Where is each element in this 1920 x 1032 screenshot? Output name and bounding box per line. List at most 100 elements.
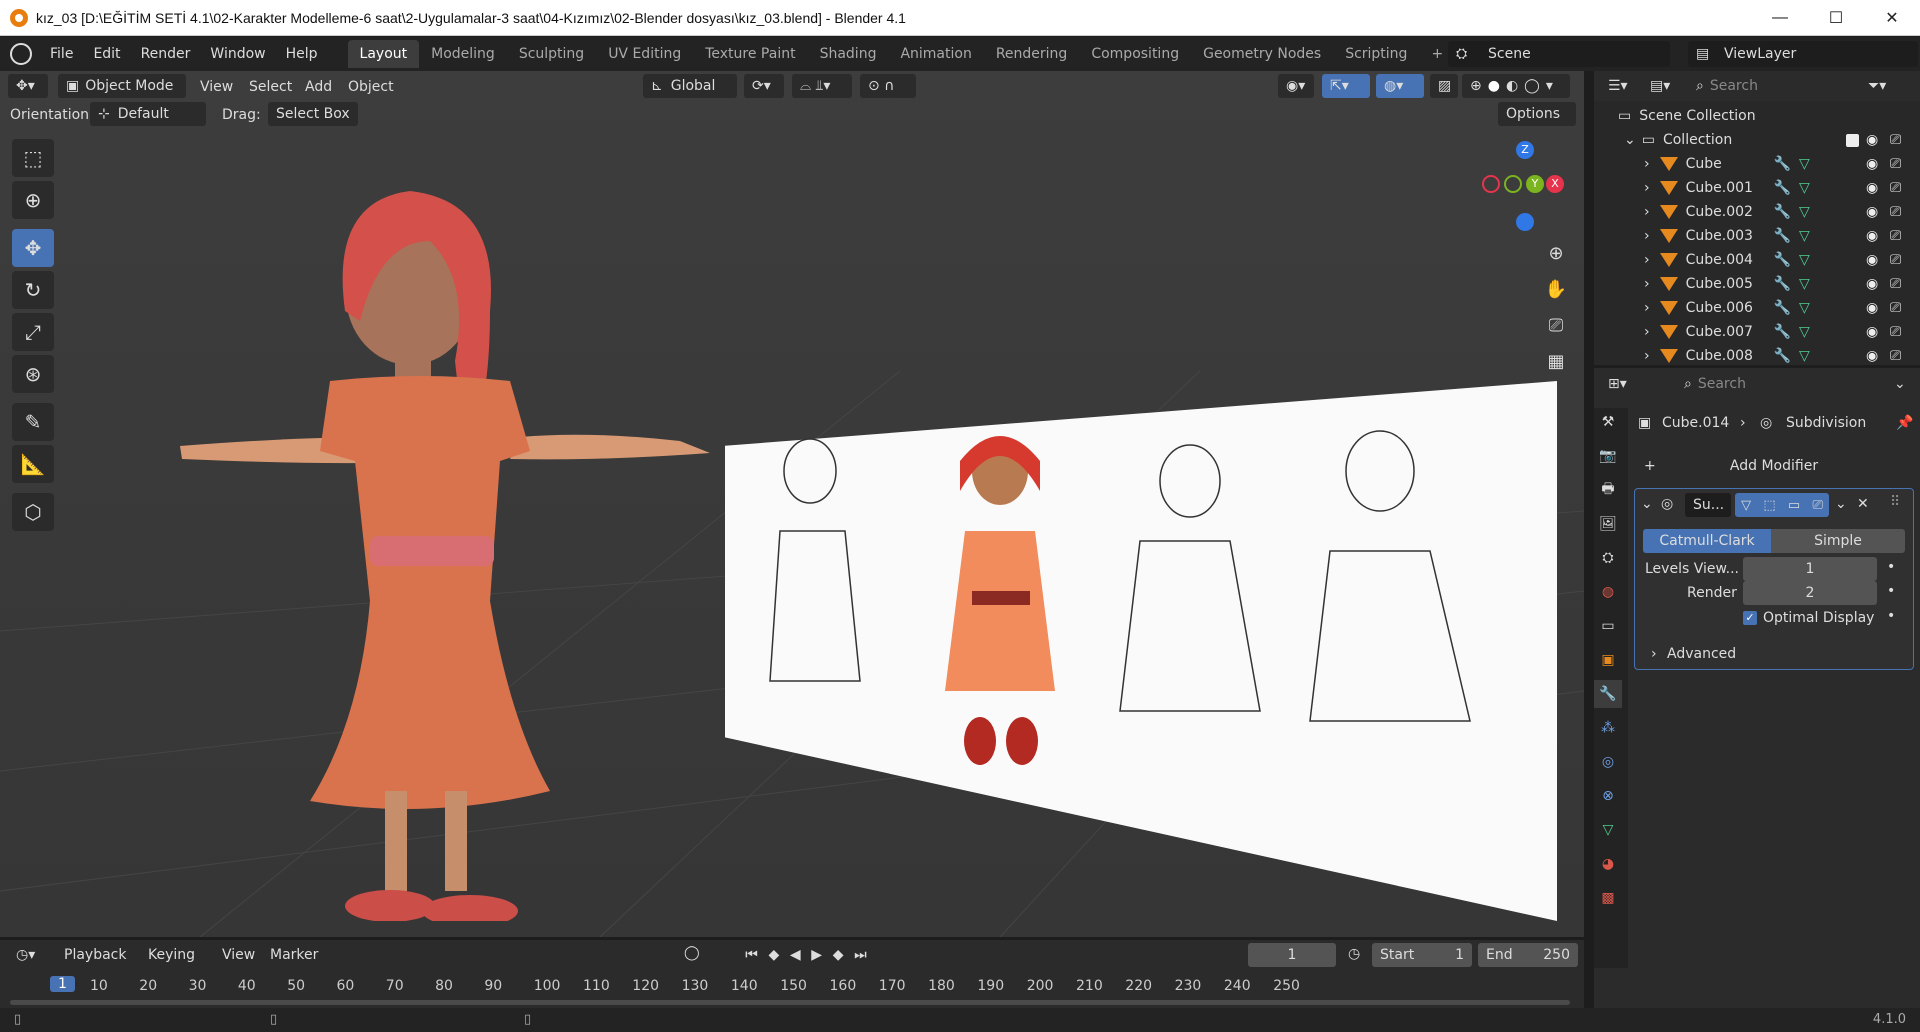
- eye-icon[interactable]: ◉: [1866, 324, 1878, 340]
- outliner-search[interactable]: ⌕ Search: [1688, 74, 1838, 98]
- modifier-wrench-icon[interactable]: 🔧: [1774, 204, 1791, 220]
- viewlayer-selector[interactable]: ▤ ViewLayer: [1688, 41, 1918, 67]
- modifier-wrench-icon[interactable]: 🔧: [1774, 276, 1791, 292]
- pin-icon[interactable]: 📌: [1896, 415, 1913, 431]
- pivot-button[interactable]: ⟳▾: [744, 74, 784, 98]
- mesh-data-icon[interactable]: ▽: [1799, 348, 1810, 364]
- camera-icon[interactable]: ⎚: [1890, 324, 1901, 340]
- solid-shading-icon[interactable]: ●: [1488, 78, 1500, 94]
- scene-selector[interactable]: ⛭ Scene: [1448, 41, 1670, 67]
- eye-icon[interactable]: ◉: [1866, 228, 1878, 244]
- modifier-wrench-icon[interactable]: 🔧: [1774, 180, 1791, 196]
- modifier-wrench-icon[interactable]: 🔧: [1774, 156, 1791, 172]
- expand-arrow-icon[interactable]: ›: [1644, 204, 1650, 220]
- viewport-menu-select[interactable]: Select: [249, 79, 292, 95]
- expand-arrow-icon[interactable]: ›: [1644, 252, 1650, 268]
- eye-icon[interactable]: ◉: [1866, 300, 1878, 316]
- material-tab-icon[interactable]: ◕: [1594, 850, 1622, 878]
- tab-modeling[interactable]: Modeling: [419, 40, 507, 68]
- tab-compositing[interactable]: Compositing: [1079, 40, 1191, 68]
- modifier-wrench-icon[interactable]: 🔧: [1774, 348, 1791, 364]
- timeline-scrollbar[interactable]: [10, 1000, 1570, 1005]
- camera-icon[interactable]: ⎚: [1890, 132, 1901, 148]
- expand-arrow-icon[interactable]: ›: [1644, 228, 1650, 244]
- annotate-tool[interactable]: ✎: [12, 403, 54, 441]
- viewport-menu-object[interactable]: Object: [348, 79, 394, 95]
- outliner-editor-type[interactable]: ☰▾: [1600, 74, 1636, 98]
- navigation-gizmo[interactable]: Z X Y: [1480, 141, 1570, 231]
- outliner-object-row[interactable]: › Cube.002 🔧 ▽ ◉ ⎚: [1594, 200, 1920, 224]
- rotate-tool[interactable]: ↻: [12, 271, 54, 309]
- transform-orientation-dropdown[interactable]: ⊾ Global: [643, 74, 737, 98]
- measure-tool[interactable]: 📐: [12, 445, 54, 483]
- display-mode-dropdown[interactable]: ▤▾: [1642, 74, 1678, 98]
- close-button[interactable]: ✕: [1864, 0, 1920, 36]
- collection-expand-icon[interactable]: ⌄: [1624, 132, 1636, 148]
- menu-render[interactable]: Render: [131, 46, 201, 62]
- shading-options-icon[interactable]: ▾: [1546, 78, 1553, 94]
- scene-tab-icon[interactable]: ⛭: [1594, 544, 1622, 572]
- collection-tab-icon[interactable]: ▭: [1594, 612, 1622, 640]
- visibility-button[interactable]: ◉▾: [1278, 74, 1314, 98]
- shading-mode-buttons[interactable]: ⊕ ● ◐ ◯ ▾: [1462, 74, 1570, 98]
- menu-window[interactable]: Window: [200, 46, 275, 62]
- cage-toggle-icon[interactable]: ⬚: [1763, 498, 1775, 513]
- camera-icon[interactable]: ⎚: [1890, 180, 1901, 196]
- gizmo-x-axis[interactable]: X: [1546, 175, 1564, 193]
- particles-tab-icon[interactable]: ⁂: [1594, 714, 1622, 742]
- outliner-object-row[interactable]: › Cube.008 🔧 ▽ ◉ ⎚: [1594, 344, 1920, 368]
- eye-icon[interactable]: ◉: [1866, 156, 1878, 172]
- data-tab-icon[interactable]: ▽: [1594, 816, 1622, 844]
- collection-row[interactable]: ⌄ ▭ Collection ◉ ⎚: [1594, 128, 1920, 152]
- move-tool[interactable]: ✥: [12, 229, 54, 267]
- 3d-viewport[interactable]: ✥▾ ▣ Object Mode View Select Add Object ⊾…: [0, 71, 1584, 937]
- tab-texture-paint[interactable]: Texture Paint: [693, 40, 807, 68]
- proportional-edit-button[interactable]: ⊙ ∩: [860, 74, 916, 98]
- drag-dropdown[interactable]: Select Box: [268, 102, 358, 126]
- options-dropdown[interactable]: Options: [1498, 102, 1576, 126]
- transform-tool[interactable]: ⊛: [12, 355, 54, 393]
- mesh-data-icon[interactable]: ▽: [1799, 228, 1810, 244]
- optimal-keyframe-dot[interactable]: •: [1887, 608, 1895, 624]
- outliner-object-row[interactable]: › Cube.004 🔧 ▽ ◉ ⎚: [1594, 248, 1920, 272]
- modifier-name-field[interactable]: Su...: [1685, 493, 1731, 517]
- outliner-object-row[interactable]: › Cube.005 🔧 ▽ ◉ ⎚: [1594, 272, 1920, 296]
- character-model[interactable]: [170, 161, 730, 921]
- object-tab-icon[interactable]: ▣: [1594, 646, 1622, 674]
- eye-icon[interactable]: ◉: [1866, 132, 1878, 148]
- eye-icon[interactable]: ◉: [1866, 348, 1878, 364]
- viewport-toggle-icon[interactable]: ▭: [1788, 498, 1800, 513]
- modifier-collapse-icon[interactable]: ⌄: [1641, 496, 1653, 512]
- modifier-wrench-icon[interactable]: 🔧: [1774, 252, 1791, 268]
- advanced-section-label[interactable]: Advanced: [1667, 646, 1736, 662]
- xray-toggle-button[interactable]: ▨: [1430, 74, 1458, 98]
- catmull-clark-button[interactable]: Catmull-Clark: [1643, 529, 1771, 553]
- levels-keyframe-dot[interactable]: •: [1887, 559, 1895, 575]
- viewport-menu-add[interactable]: Add: [305, 79, 332, 95]
- collection-checkbox[interactable]: [1846, 133, 1859, 147]
- eye-icon[interactable]: ◉: [1866, 204, 1878, 220]
- modifier-wrench-icon[interactable]: 🔧: [1774, 228, 1791, 244]
- gizmo-z-axis[interactable]: Z: [1516, 141, 1534, 159]
- camera-icon[interactable]: ⎚: [1890, 228, 1901, 244]
- wireframe-shading-icon[interactable]: ⊕: [1470, 78, 1482, 94]
- render-keyframe-dot[interactable]: •: [1887, 583, 1895, 599]
- expand-arrow-icon[interactable]: ›: [1644, 276, 1650, 292]
- overlay-toggle-button[interactable]: ◍▾: [1376, 74, 1424, 98]
- optimal-display-checkbox[interactable]: ✓: [1743, 611, 1757, 625]
- outliner-object-row[interactable]: › Cube.003 🔧 ▽ ◉ ⎚: [1594, 224, 1920, 248]
- add-cube-tool[interactable]: ⬡: [12, 493, 54, 531]
- scale-tool[interactable]: ⤢: [12, 313, 54, 351]
- eye-icon[interactable]: ◉: [1866, 252, 1878, 268]
- modifier-tab-icon[interactable]: 🔧: [1594, 680, 1622, 708]
- gizmo-neg-z[interactable]: [1516, 213, 1534, 231]
- physics-tab-icon[interactable]: ◎: [1594, 748, 1622, 776]
- minimize-button[interactable]: —: [1752, 0, 1808, 36]
- editmode-toggle-icon[interactable]: ▽: [1741, 498, 1751, 513]
- cursor-tool[interactable]: ⊕: [12, 181, 54, 219]
- add-modifier-button[interactable]: + Add Modifier: [1634, 454, 1914, 478]
- outliner-filter[interactable]: ⏷▾: [1860, 74, 1896, 98]
- tab-uv-editing[interactable]: UV Editing: [596, 40, 693, 68]
- properties-search[interactable]: ⌕ Search: [1676, 372, 1810, 396]
- menu-file[interactable]: File: [40, 46, 83, 62]
